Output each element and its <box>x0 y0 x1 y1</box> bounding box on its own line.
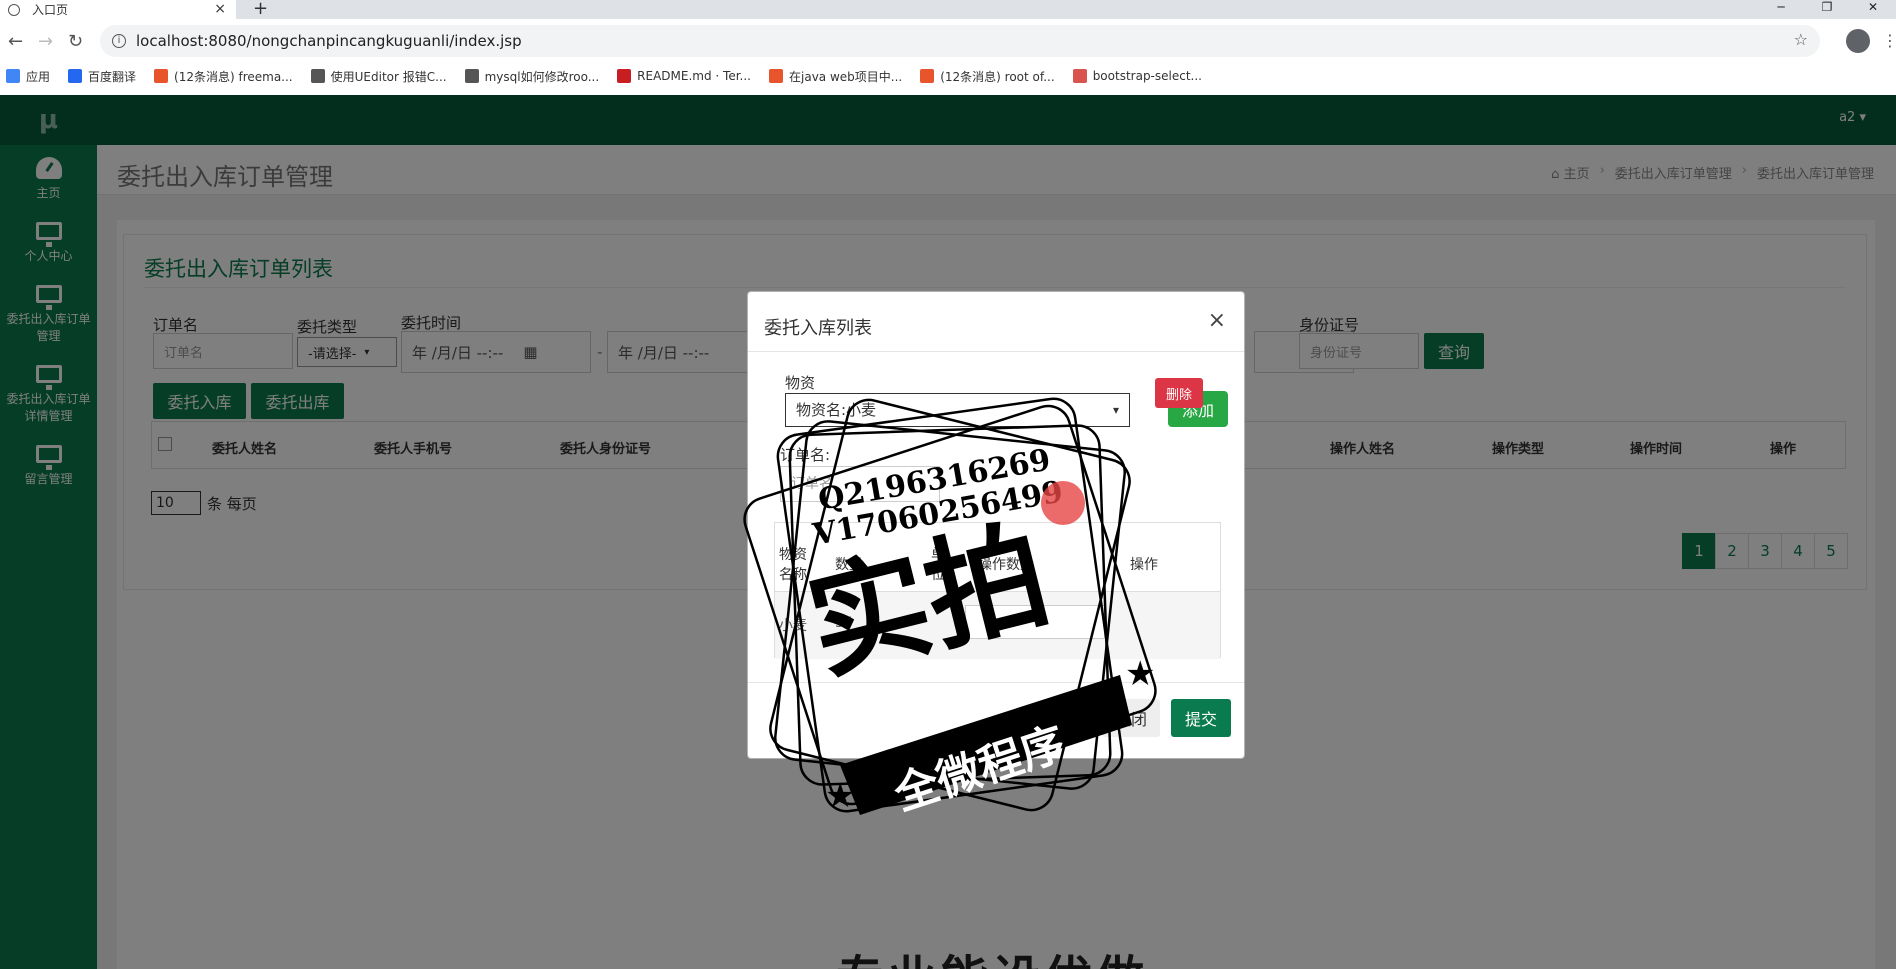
menu-kebab-icon[interactable]: ⋮ <box>1882 31 1896 50</box>
modal-footer: 关闭 提交 <box>748 682 1244 758</box>
browser-tab-bar: 入口页 × + ─ ❐ ✕ <box>0 0 1896 19</box>
col-header: 单位 <box>931 547 945 583</box>
col-header: 数量 <box>835 557 863 573</box>
delete-row-button[interactable]: 删除 <box>1155 378 1203 408</box>
bookmark-favicon-icon <box>68 69 83 83</box>
col-header: 操作数量 <box>978 557 1034 573</box>
material-label: 物资 <box>785 374 816 392</box>
new-tab-button[interactable]: + <box>253 0 268 19</box>
window-close-button[interactable]: ✕ <box>1850 0 1896 19</box>
bookmark-item[interactable]: 百度翻译 <box>68 68 136 85</box>
col-header: 物资名称 <box>779 547 807 583</box>
bookmark-label: 使用UEditor 报错C... <box>330 69 447 84</box>
bookmark-favicon-icon <box>6 69 20 83</box>
bookmark-label: (12条消息) freema... <box>174 69 293 84</box>
bookmark-favicon-icon <box>1072 69 1087 83</box>
bookmark-label: 应用 <box>26 69 51 84</box>
profile-avatar-icon[interactable] <box>1846 29 1870 53</box>
window-controls: ─ ❐ ✕ <box>1758 0 1896 19</box>
browser-tab[interactable]: 入口页 × <box>0 0 236 19</box>
bookmark-label: mysql如何修改roo... <box>484 69 600 84</box>
restore-button[interactable]: ❐ <box>1804 0 1850 19</box>
browser-toolbar: ← → ↻ i localhost:8080/nongchanpincangku… <box>0 19 1896 67</box>
submit-button[interactable]: 提交 <box>1171 699 1231 737</box>
col-header: 操作 <box>1130 557 1158 573</box>
tab-title: 入口页 <box>32 3 69 17</box>
bookmark-favicon-icon <box>920 69 935 83</box>
address-bar[interactable]: i localhost:8080/nongchanpincangkuguanli… <box>100 25 1820 57</box>
bookmark-item[interactable]: 应用 <box>6 68 50 85</box>
bookmarks-bar: 应用 百度翻译 (12条消息) freema... 使用UEditor 报错C... m… <box>0 62 1896 90</box>
watermark-bottom-text: 专业能设优做 <box>836 939 1148 969</box>
bookmark-favicon-icon <box>310 69 325 83</box>
bookmark-item[interactable]: 在java web项目中... <box>769 68 902 85</box>
reload-icon[interactable]: ↻ <box>68 31 83 52</box>
forward-icon[interactable]: → <box>38 31 53 52</box>
close-button[interactable]: 关闭 <box>1102 699 1160 737</box>
bookmark-item[interactable]: 使用UEditor 报错C... <box>310 68 447 85</box>
material-table: 物资名称 数量 单位 操作数量 操作 小麦 35 <box>774 522 1221 659</box>
bookmark-favicon-icon <box>464 69 479 83</box>
modal-title: 委托入库列表 <box>764 318 872 339</box>
bookmark-favicon-icon <box>617 69 632 83</box>
app-root: a2 ▾ μ 主页 个人中心 委托出入库订单管理 委托出入库订单详情管理 留言管… <box>0 95 1896 969</box>
info-icon[interactable]: i <box>112 34 126 48</box>
bookmark-favicon-icon <box>154 69 169 83</box>
bookmark-label: (12条消息) root of... <box>940 69 1055 84</box>
entrust-in-modal: 委托入库列表 × 物资 物资名:小麦 ▾ 添加 订单名: 订单名 物资名称 数量… <box>747 291 1245 759</box>
chevron-down-icon: ▾ <box>1112 403 1119 417</box>
bookmark-star-icon[interactable]: ☆ <box>1794 30 1808 49</box>
globe-icon <box>8 3 20 16</box>
bookmark-favicon-icon <box>769 69 783 83</box>
bookmark-item[interactable]: mysql如何修改roo... <box>464 68 600 85</box>
bookmark-label: bootstrap-select... <box>1092 69 1202 83</box>
back-icon[interactable]: ← <box>8 31 23 52</box>
operation-qty-input[interactable] <box>965 605 1105 639</box>
modal-header: 委托入库列表 × <box>748 292 1244 352</box>
bookmark-item[interactable]: README.md · Ter... <box>617 69 751 83</box>
tab-close-icon[interactable]: × <box>214 1 226 17</box>
url-text: localhost:8080/nongchanpincangkuguanli/i… <box>136 32 522 50</box>
material-select-value: 物资名:小麦 <box>796 401 877 419</box>
order-name-label: 订单名: <box>780 446 831 464</box>
bookmark-item[interactable]: (12条消息) root of... <box>920 68 1055 85</box>
bookmark-item[interactable]: bootstrap-select... <box>1072 69 1202 83</box>
bookmark-label: README.md · Ter... <box>637 69 751 83</box>
cursor-highlight <box>1041 481 1085 525</box>
order-name-input[interactable]: 订单名 <box>780 466 940 502</box>
minimize-button[interactable]: ─ <box>1758 0 1804 19</box>
material-select[interactable]: 物资名:小麦 ▾ <box>785 393 1130 427</box>
bookmark-item[interactable]: (12条消息) freema... <box>154 68 293 85</box>
bookmark-label: 百度翻译 <box>88 69 137 84</box>
row-name: 小麦 <box>779 618 807 634</box>
modal-close-icon[interactable]: × <box>1208 308 1226 333</box>
bookmark-label: 在java web项目中... <box>789 69 903 84</box>
row-qty: 35 <box>835 615 853 631</box>
